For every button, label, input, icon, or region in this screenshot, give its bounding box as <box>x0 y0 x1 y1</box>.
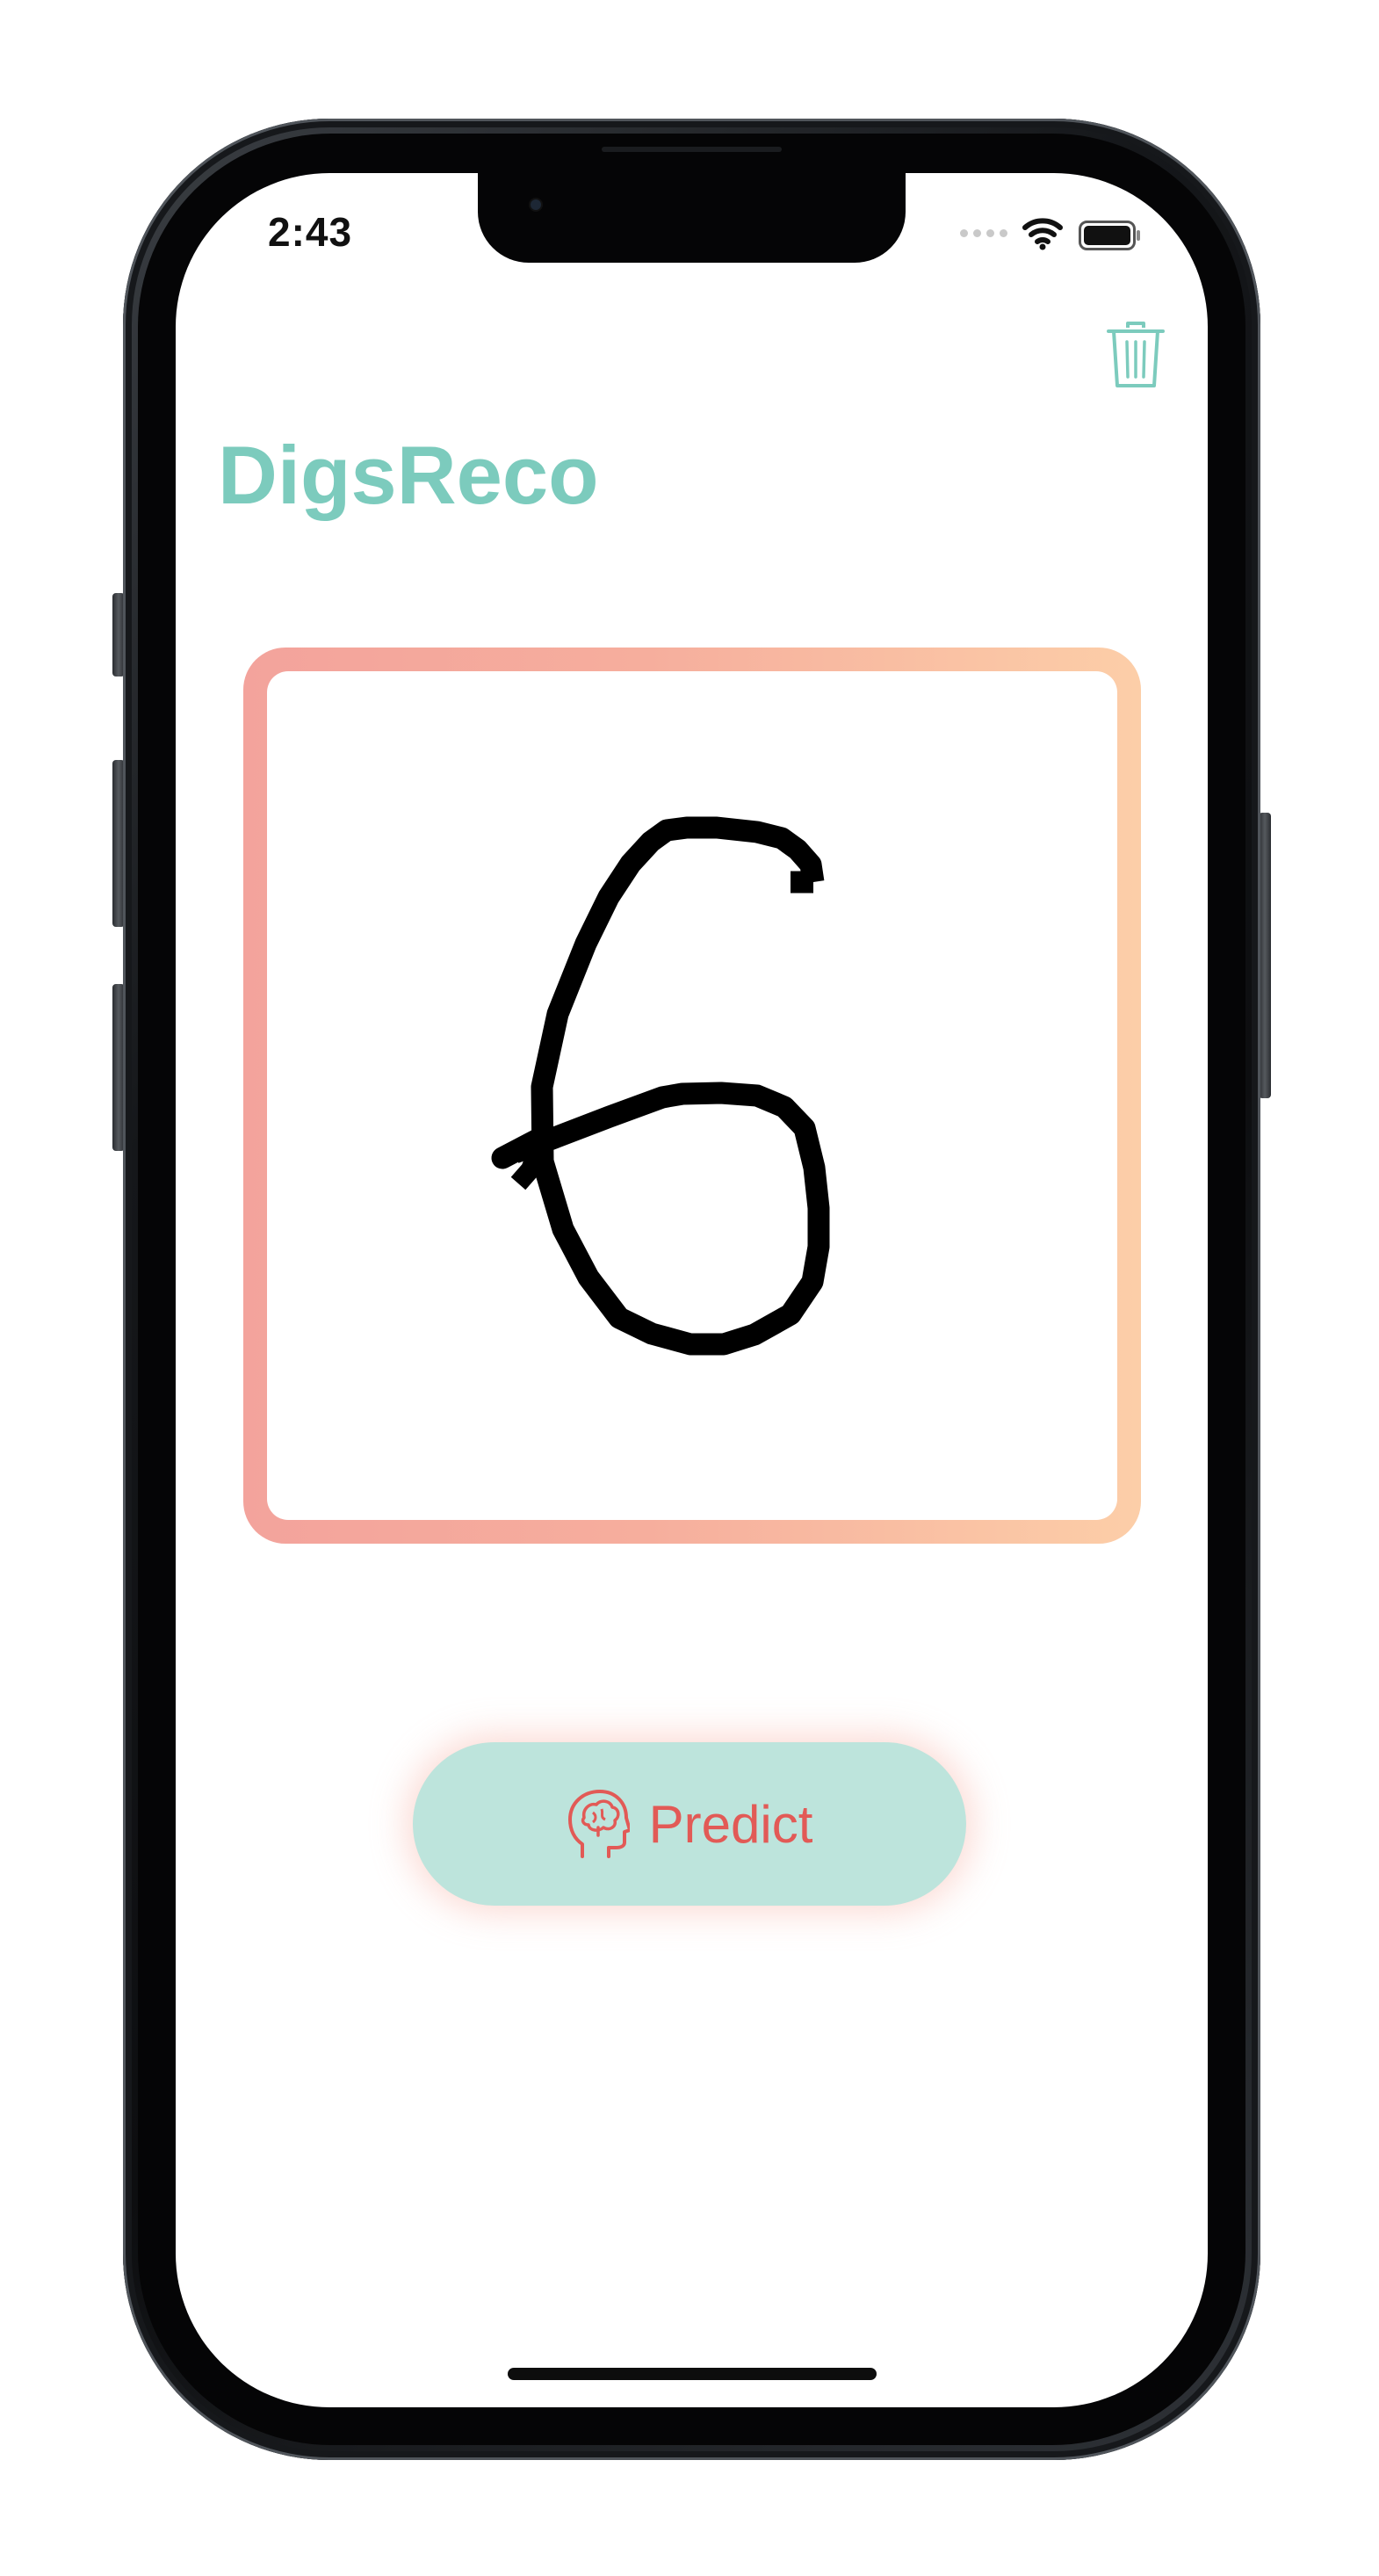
predict-label: Predict <box>648 1794 813 1854</box>
status-time: 2:43 <box>268 209 353 255</box>
predict-button[interactable]: Predict <box>413 1742 966 1906</box>
earpiece-speaker <box>602 147 782 152</box>
handwritten-digit-stroke <box>491 816 830 1356</box>
trash-icon <box>1107 322 1165 387</box>
app-title: DigsReco <box>218 429 599 521</box>
notch <box>478 173 906 263</box>
battery-icon <box>1079 221 1140 250</box>
drawing-canvas[interactable] <box>267 671 1117 1520</box>
device-mockup: 2:43 DigsReco Predict <box>0 0 1379 2576</box>
wifi-icon <box>1022 218 1063 250</box>
clear-canvas-button[interactable] <box>1105 321 1166 389</box>
home-indicator[interactable] <box>508 2368 877 2380</box>
status-indicators <box>960 215 1162 250</box>
power-button <box>1259 813 1271 1098</box>
drawing-canvas-frame <box>243 648 1141 1544</box>
brain-head-icon <box>567 1790 630 1858</box>
app-screen: 2:43 DigsReco Predict <box>176 173 1208 2407</box>
front-camera <box>531 199 541 210</box>
signal-icon <box>960 229 1007 237</box>
